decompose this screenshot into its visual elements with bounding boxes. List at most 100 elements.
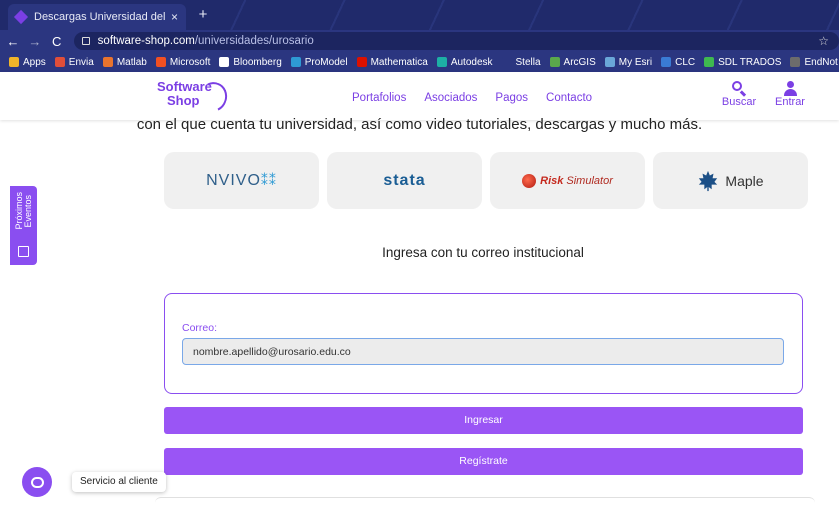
lock-icon [81,37,90,45]
main-nav: Portafolios Asociados Pagos Contacto [352,92,592,104]
bookmark-label: Bloomberg [233,56,282,68]
new-tab-button[interactable]: + [194,6,212,24]
bookmark-label: Mathematica [370,56,428,68]
bookmark-bloomberg[interactable]: Bloomberg [219,56,282,68]
product-cards: NVIVO⁑⁑ stata Risk Simulator Maple [164,152,808,209]
bookmark-favicon-icon [219,57,230,67]
bookmark-matlab[interactable]: Matlab [102,56,147,68]
login-form: Correo: [164,293,803,394]
login-header-label: Entrar [775,96,805,108]
bookmark-label: Apps [23,56,46,68]
site-favicon-icon [13,9,29,25]
bookmark-favicon-icon [155,57,166,67]
url-host: software-shop.com [97,35,195,47]
nav-asociados[interactable]: Asociados [424,92,477,104]
nav-portafolios[interactable]: Portafolios [352,92,406,104]
risk-name: Risk [540,174,564,187]
risk-ball-icon [522,173,537,188]
search-icon [731,80,747,96]
address-bar[interactable]: software-shop.com/universidades/urosario… [73,32,839,50]
bookmark-apps[interactable]: Apps [9,57,46,68]
bookmark-favicon-icon [704,57,715,67]
bookmark-favicon-icon [54,57,65,67]
bookmark-sdl-trados[interactable]: SDL TRADOS [704,57,781,68]
bookmark-favicon-icon [290,57,301,67]
registrate-button[interactable]: Regístrate [164,448,803,475]
bookmark-arcgis[interactable]: ArcGIS [549,56,596,68]
bookmark-favicon-icon [549,57,560,67]
bookmark-my-esri[interactable]: My Esri [604,56,653,68]
login-heading: Ingresa con tu correo institucional [382,245,584,260]
bookmark-promodel[interactable]: ProModel [290,56,348,68]
browser-toolbar: ← → C software-shop.com/universidades/ur… [0,30,839,52]
tab-title: Descargas Universidad del Rosari [34,11,165,23]
nvivo-name: NVIVO [206,171,261,189]
maple-leaf-icon [699,170,718,191]
risk-simulator-logo: Risk Simulator [522,173,613,188]
bookmark-autodesk[interactable]: Autodesk [436,56,493,68]
product-card-stata[interactable]: stata [327,152,482,209]
reload-icon[interactable]: C [48,34,66,49]
side-tab-line-1: Próximos [13,192,24,230]
bookmark-label: ProModel [304,56,348,68]
chat-label[interactable]: Servicio al cliente [72,472,166,492]
back-arrow-icon[interactable]: ← [4,34,22,49]
product-card-maple[interactable]: Maple [653,152,808,209]
bookmark-endnot[interactable]: EndNot [790,56,838,68]
bookmark-favicon-icon [102,57,113,67]
bookmark-favicon-icon [661,57,672,67]
bookmark-label: Envia [68,56,94,68]
chat-icon [30,476,44,488]
chat-button[interactable] [22,467,52,497]
side-tab-line-2: Eventos [22,194,33,228]
nav-contacto[interactable]: Contacto [546,92,592,104]
nav-pagos[interactable]: Pagos [495,92,528,104]
browser-tab[interactable]: Descargas Universidad del Rosari × [8,4,186,30]
email-input[interactable] [182,338,784,365]
bookmark-favicon-icon [501,57,512,67]
product-card-nvivo[interactable]: NVIVO⁑⁑ [164,152,319,209]
login-header-button[interactable]: Entrar [770,80,810,108]
bookmark-favicon-icon [790,57,801,67]
bookmark-mathematica[interactable]: Mathematica [356,56,428,68]
bookmark-envia[interactable]: Envia [54,56,94,68]
site-header: Software Shop Portafolios Asociados Pago… [0,72,839,120]
nvivo-logo: NVIVO⁑⁑ [206,172,277,190]
bookmark-label: Microsoft [169,56,211,68]
bookmark-star-icon[interactable]: ☆ [818,34,829,48]
forward-arrow-icon[interactable]: → [26,34,44,49]
bookmark-label: EndNot [804,56,838,68]
bookmark-favicon-icon [436,57,447,67]
bookmark-favicon-icon [604,57,615,67]
tab-close-icon[interactable]: × [171,10,178,24]
footer-card-edge [155,497,815,505]
browser-tabstrip: Descargas Universidad del Rosari × + [0,0,839,30]
bookmarks-bar: Apps Envia Matlab Microsoft Bloomberg ProMode… [0,52,839,72]
side-tab-label: Próximos Eventos [13,192,33,230]
bookmark-label: Matlab [116,56,147,68]
bookmark-microsoft[interactable]: Microsoft [155,56,211,68]
nvivo-dots-icon: ⁑⁑ [260,171,277,188]
bookmark-stella[interactable]: Stella [501,56,541,68]
product-card-risk-simulator[interactable]: Risk Simulator [490,152,645,209]
ingresar-button[interactable]: Ingresar [164,407,803,434]
search-button[interactable]: Buscar [719,80,759,108]
software-shop-logo[interactable]: Software Shop [157,78,232,116]
bookmark-label: CLC [675,56,696,68]
tabstrip-decoration [200,0,839,30]
url-path: /universidades/urosario [194,35,314,47]
search-label: Buscar [721,96,757,108]
intro-text: con el que cuenta tu universidad, así co… [136,116,703,133]
risk-sim-name: Simulator [566,174,613,187]
bookmark-label: My Esri [618,56,653,68]
bookmark-favicon-icon [356,57,367,67]
bookmark-label: Stella [515,56,541,68]
user-icon [782,80,798,96]
bookmark-label: ArcGIS [563,56,596,68]
bookmark-favicon-icon [9,57,19,67]
maple-logo: Maple [697,170,764,192]
bookmark-label: Autodesk [450,56,493,68]
bookmark-clc[interactable]: CLC [661,57,695,68]
email-label: Correo: [182,322,218,334]
maple-name: Maple [725,172,764,189]
